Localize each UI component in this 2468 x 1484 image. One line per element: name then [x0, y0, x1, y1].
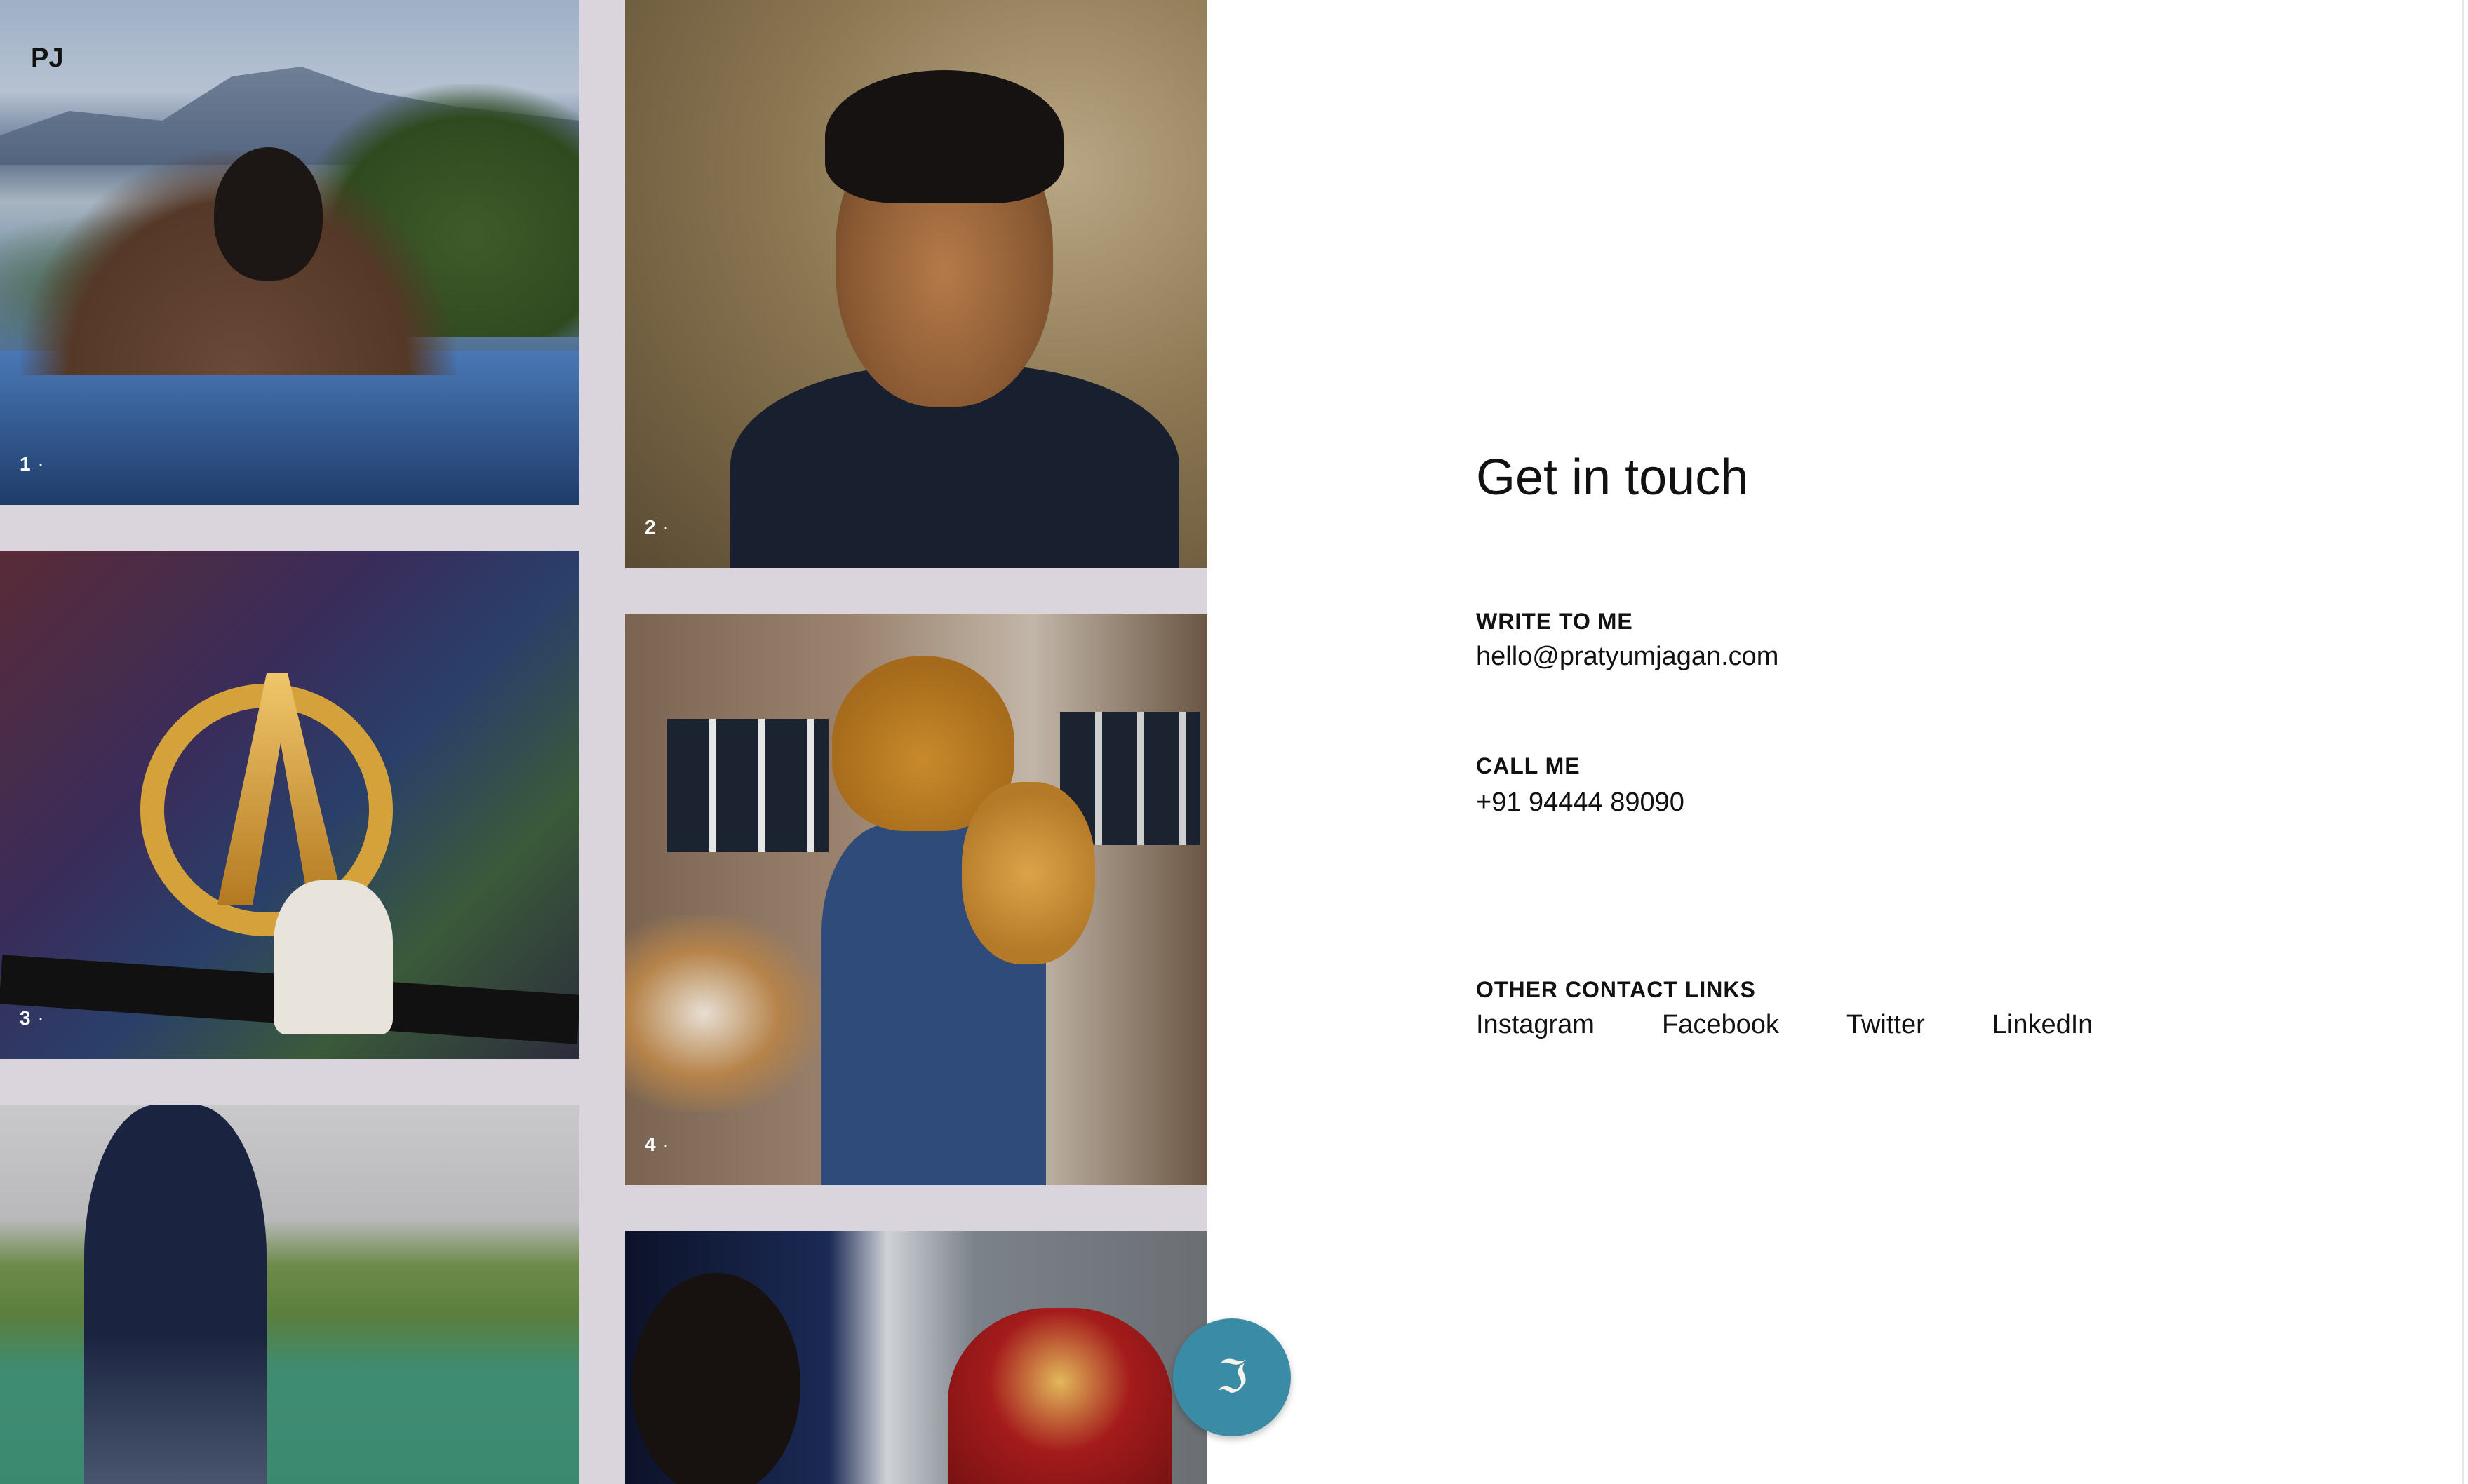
facebook-link[interactable]: Facebook [1662, 1010, 1779, 1040]
gallery-photo[interactable]: 1 [0, 0, 579, 505]
photo-number: 4 [645, 1133, 670, 1156]
scrollbar-track[interactable] [2462, 0, 2464, 1484]
photo-gallery: 1 2 3 4 [0, 0, 1207, 1484]
gallery-photo[interactable]: 4 [625, 614, 1207, 1185]
call-label: CALL ME [1476, 753, 1581, 778]
page-title: Get in touch [1476, 450, 1749, 506]
pj-monogram-icon: ℑ [1216, 1351, 1248, 1403]
photo-number: 1 [20, 453, 45, 475]
gallery-photo[interactable]: 3 [0, 551, 579, 1059]
gallery-photo[interactable] [0, 1105, 579, 1484]
instagram-link[interactable]: Instagram [1476, 1010, 1595, 1040]
social-links: Instagram Facebook Twitter LinkedIn [1476, 1010, 2093, 1040]
twitter-link[interactable]: Twitter [1846, 1010, 1925, 1040]
photo-number: 3 [20, 1007, 45, 1030]
monogram-button[interactable]: ℑ [1173, 1318, 1291, 1436]
gallery-photo[interactable] [625, 1231, 1207, 1484]
links-label: OTHER CONTACT LINKS [1476, 977, 1756, 1002]
linkedin-link[interactable]: LinkedIn [1992, 1010, 2093, 1040]
gallery-photo[interactable]: 2 [625, 0, 1207, 568]
write-label: WRITE TO ME [1476, 609, 1633, 634]
site-logo[interactable]: PJ [31, 43, 63, 74]
phone-link[interactable]: +91 94444 89090 [1476, 788, 1684, 818]
photo-number: 2 [645, 516, 670, 539]
email-link[interactable]: hello@pratyumjagan.com [1476, 642, 1778, 672]
